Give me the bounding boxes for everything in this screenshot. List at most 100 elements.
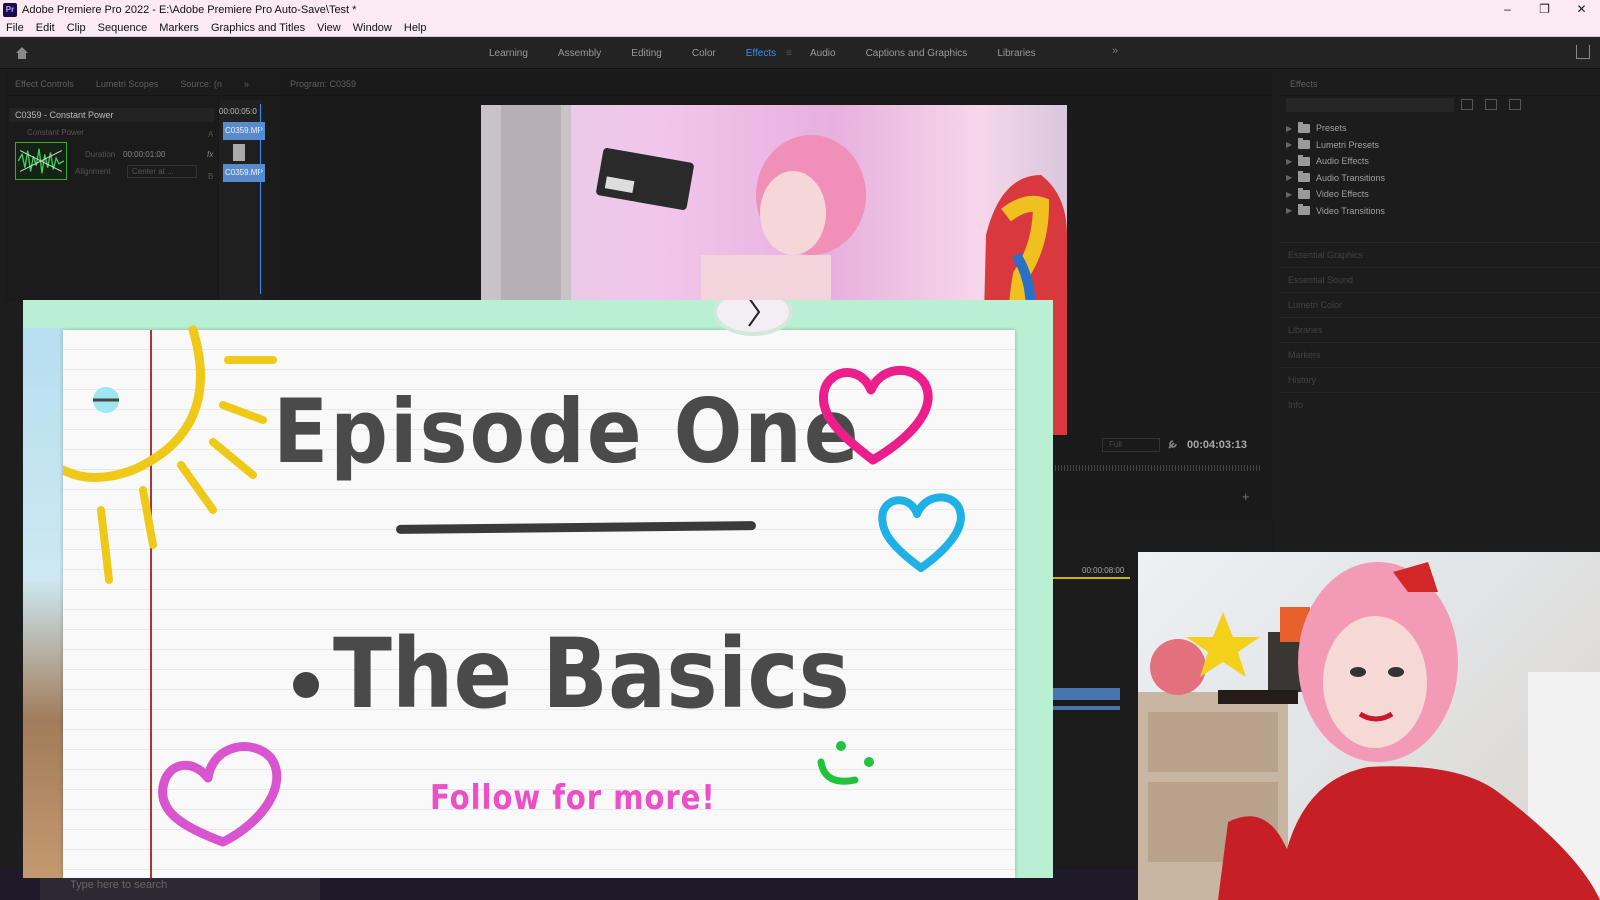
folder-icon (1298, 154, 1310, 166)
workspace-menu-icon[interactable]: ≡ (786, 48, 792, 59)
alignment-select[interactable]: Center at ... (127, 165, 197, 178)
menu-help[interactable]: Help (404, 22, 427, 34)
duration-label: Duration (85, 150, 116, 159)
effects-search-input[interactable] (1286, 98, 1454, 112)
folder-presets[interactable]: ▶ Presets (1286, 120, 1385, 137)
transition-block[interactable] (233, 144, 245, 161)
playhead[interactable] (260, 104, 261, 294)
folder-audio-effects[interactable]: ▶ Audio Effects (1286, 153, 1385, 170)
alignment-label: Alignment (75, 167, 111, 176)
room-window-wall (23, 328, 63, 878)
chevron-right-icon[interactable]: ▶ (1286, 124, 1298, 133)
folder-video-transitions[interactable]: ▶ Video Transitions (1286, 203, 1385, 220)
clip-a[interactable]: C0359.MP (223, 122, 265, 140)
chevron-right-icon (748, 300, 761, 327)
folder-lumetri-presets[interactable]: ▶ Lumetri Presets (1286, 137, 1385, 154)
tab-lumetri-scopes[interactable]: Lumetri Scopes (96, 79, 159, 89)
panel-essential-sound[interactable]: Essential Sound (1280, 267, 1600, 292)
folder-icon (1298, 121, 1310, 133)
panel-essential-graphics[interactable]: Essential Graphics (1280, 242, 1600, 267)
tab-source[interactable]: Source: (n (180, 79, 222, 89)
folder-audio-transitions[interactable]: ▶ Audio Transitions (1286, 170, 1385, 187)
panel-markers[interactable]: Markers (1280, 342, 1600, 367)
menu-window[interactable]: Window (353, 22, 392, 34)
workspace-assembly[interactable]: Assembly (558, 48, 601, 59)
workspace-editing[interactable]: Editing (631, 48, 662, 59)
pink-heart-icon (818, 366, 933, 465)
folder-video-effects[interactable]: ▶ Video Effects (1286, 186, 1385, 203)
workspace-color[interactable]: Color (692, 48, 716, 59)
premiere-logo-icon: Pr (3, 2, 17, 17)
workspace-effects[interactable]: Effects (746, 48, 776, 59)
duration-value[interactable]: 00:00:01:00 (123, 150, 165, 159)
workspace-captions-and-graphics[interactable]: Captions and Graphics (866, 48, 968, 59)
premiere-window: Pr Adobe Premiere Pro 2022 - E:\Adobe Pr… (0, 0, 1600, 900)
minimize-button[interactable]: – (1489, 0, 1526, 19)
workspace-libraries[interactable]: Libraries (997, 48, 1035, 59)
workspace-overflow-button[interactable]: » (1112, 45, 1118, 57)
restore-button[interactable]: ❐ (1526, 0, 1563, 19)
ec-timecode: 00:00:05:0 (219, 107, 257, 116)
violet-heart-icon (158, 742, 282, 847)
window-title: Adobe Premiere Pro 2022 - E:\Adobe Premi… (22, 3, 357, 16)
webcam-image (1138, 562, 1600, 900)
folder-label: Lumetri Presets (1316, 139, 1380, 150)
workspace-learning[interactable]: Learning (489, 48, 528, 59)
folder-icon (1298, 171, 1310, 183)
track-b-label: B (208, 172, 214, 181)
tab-program[interactable]: Program: C0359 (290, 79, 356, 89)
workspace-bar: Learning Assembly Editing Color Effects … (0, 37, 1600, 69)
clip-header[interactable]: C0359 - Constant Power (9, 108, 214, 122)
next-arrow-button[interactable] (713, 300, 793, 336)
32bit-effects-icon[interactable] (1485, 99, 1497, 110)
fx-icon: fx (207, 150, 214, 159)
effect-controls-panel: Effect Controls Lumetri Scopes Source: (… (5, 72, 280, 302)
folder-label: Audio Transitions (1316, 172, 1386, 183)
smiley-icon (817, 741, 874, 785)
blue-heart-icon (878, 493, 965, 572)
menu-bar: File Edit Clip Sequence Markers Graphics… (0, 19, 1600, 37)
chevron-right-icon[interactable]: ▶ (1286, 173, 1298, 182)
chevron-right-icon[interactable]: ▶ (1286, 206, 1298, 215)
folder-icon (1298, 187, 1310, 199)
add-button[interactable]: + (1242, 489, 1250, 504)
tab-effect-controls[interactable]: Effect Controls (15, 79, 74, 89)
menu-view[interactable]: View (317, 22, 341, 34)
panel-overflow-button[interactable]: » (244, 79, 249, 89)
chevron-right-icon[interactable]: ▶ (1286, 140, 1298, 149)
workspace-audio[interactable]: Audio (810, 48, 836, 59)
clip-b[interactable]: C0359.MP (223, 164, 265, 182)
menu-clip[interactable]: Clip (67, 22, 86, 34)
accelerated-effects-icon[interactable] (1461, 99, 1473, 110)
menu-edit[interactable]: Edit (36, 22, 55, 34)
wrench-icon[interactable] (1167, 438, 1179, 450)
chevron-right-icon[interactable]: ▶ (1286, 190, 1298, 199)
share-icon[interactable] (1576, 45, 1590, 59)
panel-info[interactable]: Info (1280, 392, 1600, 417)
menu-markers[interactable]: Markers (159, 22, 199, 34)
panel-history[interactable]: History (1280, 367, 1600, 392)
menu-graphics-and-titles[interactable]: Graphics and Titles (211, 22, 305, 34)
episode-subtitle: The Basics (333, 618, 850, 730)
effect-controls-timeline: 00:00:05:0 C0359.MP C0359.MP (218, 100, 265, 300)
program-ruler[interactable] (1037, 465, 1262, 471)
chevron-right-icon[interactable]: ▶ (1286, 157, 1298, 166)
timeline-time-ruler: 00:00:08:00 (1082, 566, 1125, 575)
home-icon[interactable] (14, 45, 30, 61)
close-button[interactable]: ✕ (1563, 0, 1600, 19)
folder-label: Video Transitions (1316, 205, 1385, 216)
folder-icon (1298, 204, 1310, 216)
yuv-effects-icon[interactable] (1509, 99, 1521, 110)
fit-select[interactable]: Full (1102, 438, 1160, 452)
title-bar: Pr Adobe Premiere Pro 2022 - E:\Adobe Pr… (0, 0, 1600, 19)
folder-icon (1298, 138, 1310, 150)
menu-sequence[interactable]: Sequence (98, 22, 148, 34)
panel-lumetri-color[interactable]: Lumetri Color (1280, 292, 1600, 317)
menu-file[interactable]: File (6, 22, 24, 34)
work-area-bar[interactable] (1040, 577, 1130, 579)
panel-libraries[interactable]: Libraries (1280, 317, 1600, 342)
audio-waveform-icon (15, 142, 67, 180)
tab-effects[interactable]: Effects (1290, 79, 1317, 89)
folder-label: Presets (1316, 123, 1347, 134)
program-timecode: 00:04:03:13 (1187, 439, 1247, 451)
